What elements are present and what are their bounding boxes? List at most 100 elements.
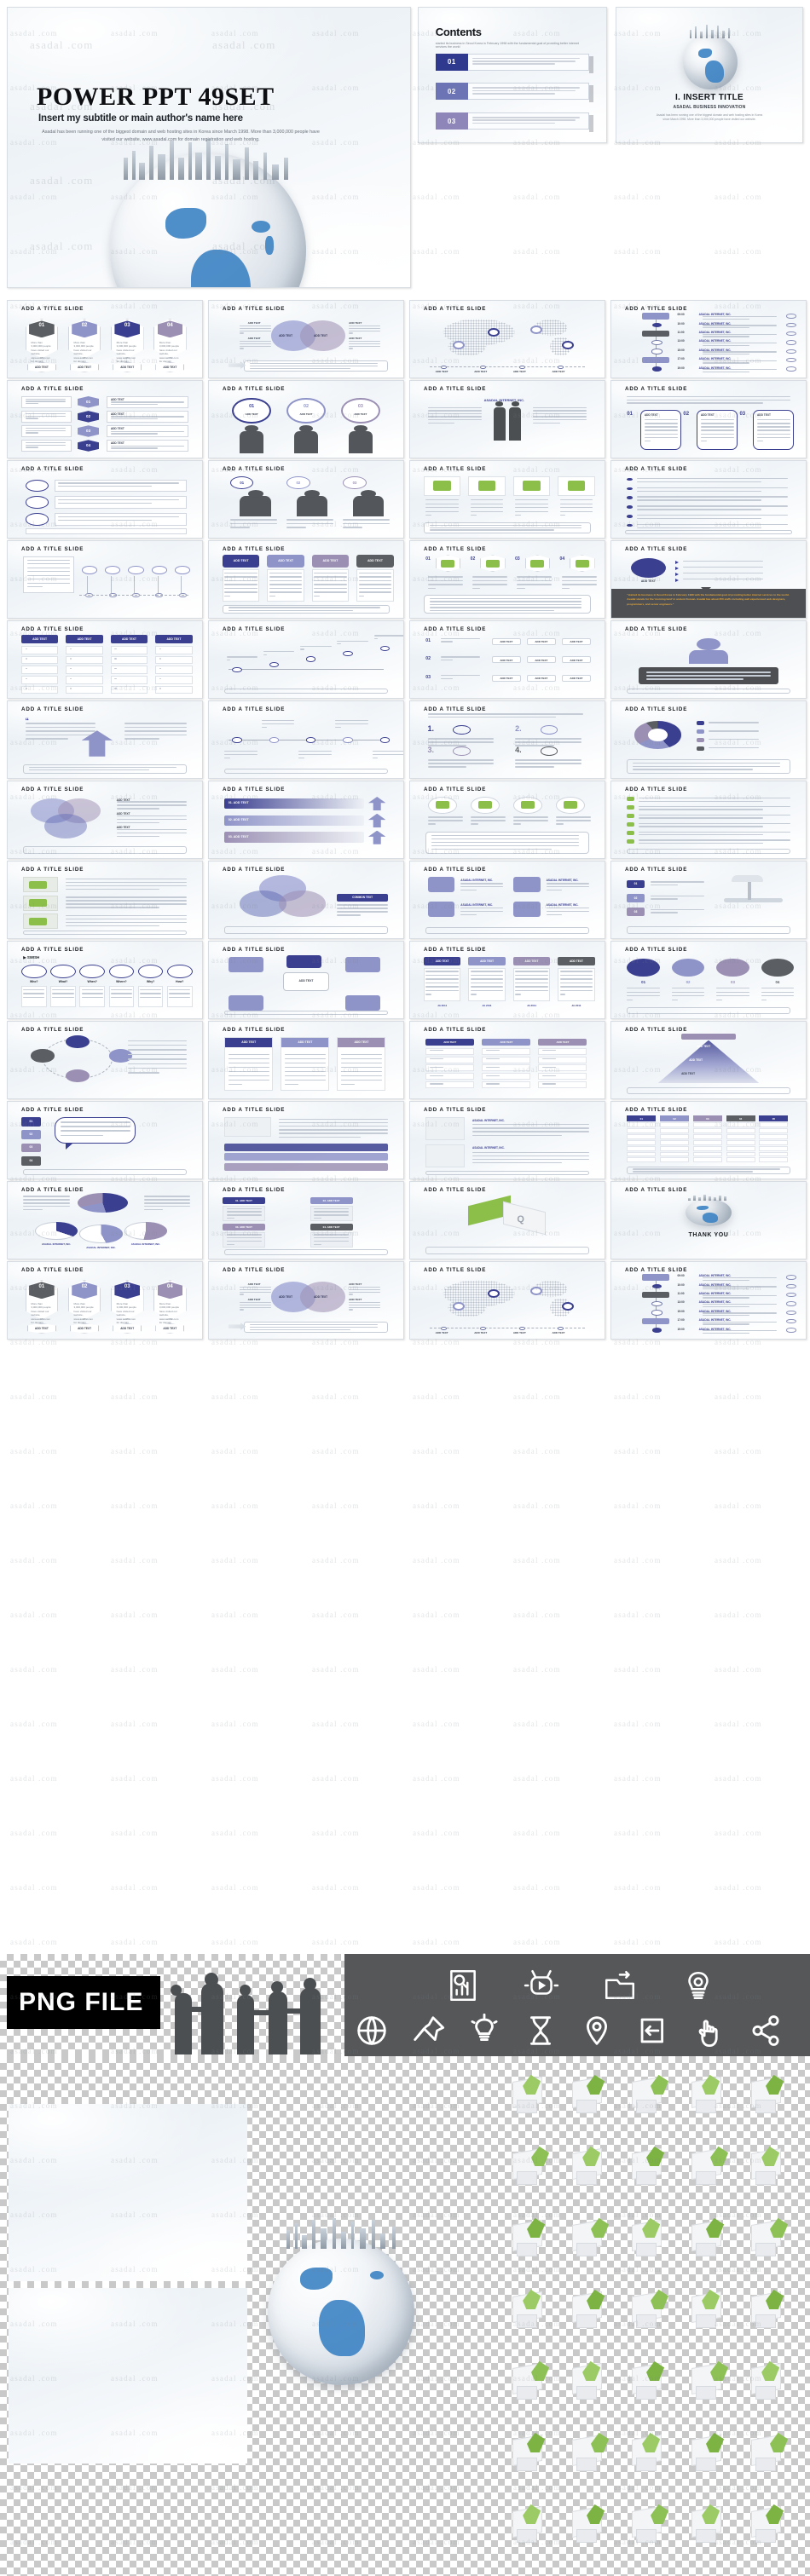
timeline-marker[interactable] xyxy=(642,1274,670,1281)
document-image[interactable] xyxy=(425,1117,465,1140)
illustration-thumbnail[interactable] xyxy=(624,2349,677,2412)
grid-slide[interactable]: ADD A TITLE SLIDE ADD TEXT ADD TEXT ADD TEX… xyxy=(409,1261,605,1340)
compare-cell[interactable] xyxy=(482,1081,531,1089)
cycle-node[interactable] xyxy=(108,1049,132,1063)
quarter-body[interactable] xyxy=(468,967,506,1002)
grid-slide[interactable]: ADD A TITLE SLIDE ADD TEXT ADD TEXT ADD TEX… xyxy=(208,1261,404,1340)
step-circle[interactable] xyxy=(81,565,97,574)
grid-slide[interactable]: ADD A TITLE SLIDE ADD TEXT ADD TEXT ADD TEX… xyxy=(409,300,605,378)
footer-bar[interactable] xyxy=(627,1007,790,1014)
matrix-cell[interactable] xyxy=(66,685,103,694)
speech-bubble[interactable] xyxy=(232,397,271,424)
grid-slide[interactable]: ADD A TITLE SLIDE xyxy=(7,540,203,619)
illustration-thumbnail[interactable] xyxy=(684,2492,737,2556)
illustration-thumbnail[interactable] xyxy=(564,2492,617,2556)
matrix-cell[interactable] xyxy=(20,666,59,675)
grid-slide[interactable]: ADD A TITLE SLIDE xyxy=(610,781,807,859)
panel[interactable] xyxy=(337,1037,386,1091)
footer-bar[interactable] xyxy=(425,927,589,935)
illustration-thumbnail[interactable] xyxy=(624,2063,677,2126)
grid-slide[interactable]: ADD A TITLE SLIDE 01 02 03 xyxy=(208,460,404,539)
grid-slide[interactable]: ADD A TITLE SLIDE ADD TEXT ADD TEXT ADD TEX… xyxy=(7,620,203,699)
grid-slide[interactable]: ADD A TITLE SLIDE xyxy=(208,700,404,779)
compare-cell[interactable] xyxy=(425,1056,475,1063)
round-icon[interactable] xyxy=(627,958,660,977)
illustration-thumbnail[interactable] xyxy=(684,2135,737,2198)
contents-row[interactable]: 03 xyxy=(435,112,594,133)
document-image[interactable] xyxy=(425,1144,465,1168)
illustration-thumbnail[interactable] xyxy=(684,2206,737,2269)
table-cell[interactable] xyxy=(759,1122,789,1128)
grid-slide[interactable]: ADD A TITLE SLIDE COMMON TEXT xyxy=(208,861,404,939)
timeline-marker[interactable] xyxy=(651,1300,663,1307)
matrix-cell[interactable] xyxy=(110,675,148,684)
table-cell[interactable] xyxy=(692,1145,722,1151)
illustration-thumbnail[interactable] xyxy=(564,2063,617,2126)
table-cell[interactable] xyxy=(759,1151,789,1157)
grid-slide[interactable]: ADD A TITLE SLIDE xyxy=(610,460,807,539)
grid-slide[interactable]: ADD A TITLE SLIDE ADD TEXT ADD TEXT ADD TEX… xyxy=(409,1021,605,1099)
pie-chart-main[interactable] xyxy=(78,1192,129,1213)
step-circle[interactable] xyxy=(128,565,144,574)
illustration-thumbnail[interactable] xyxy=(743,2063,796,2126)
map-marker[interactable] xyxy=(453,340,465,349)
footer-bar[interactable] xyxy=(627,849,790,855)
icon-circle[interactable] xyxy=(25,513,49,526)
step-circle[interactable] xyxy=(175,565,191,574)
footer-bar[interactable] xyxy=(224,689,388,694)
table-cell[interactable] xyxy=(726,1157,755,1163)
table-cell[interactable] xyxy=(759,1128,789,1134)
book-image[interactable] xyxy=(224,1117,271,1138)
footer-bar[interactable] xyxy=(23,1169,187,1176)
table-cell[interactable] xyxy=(759,1133,789,1139)
timeline-marker[interactable] xyxy=(651,322,662,328)
table-cell[interactable] xyxy=(692,1128,722,1134)
compare-cell[interactable] xyxy=(538,1073,587,1081)
illustration-thumbnail[interactable] xyxy=(564,2349,617,2412)
matrix-cell[interactable] xyxy=(110,666,148,675)
grid-slide[interactable]: ADD A TITLE SLIDE ▶ SWISH Who? What? When? Wh… xyxy=(7,941,203,1019)
table-cell[interactable] xyxy=(660,1128,690,1134)
question-circle[interactable] xyxy=(50,965,76,979)
compare-cell[interactable] xyxy=(425,1047,475,1055)
footer-bar[interactable] xyxy=(627,1087,790,1094)
matrix-cell[interactable] xyxy=(20,685,59,694)
grid-slide[interactable]: ADD A TITLE SLIDE xyxy=(7,1021,203,1099)
matrix-cell[interactable] xyxy=(20,655,59,665)
cycle-node[interactable] xyxy=(31,1049,55,1063)
top-node[interactable] xyxy=(286,955,322,968)
grid-slide[interactable]: ADD A TITLE SLIDE 01 More than 3,000,000 p… xyxy=(7,1261,203,1340)
node[interactable] xyxy=(232,737,242,743)
grid-slide[interactable]: ADD A TITLE SLIDE ADD TEXT "started its bu… xyxy=(610,540,807,619)
grid-slide[interactable]: ADD A TITLE SLIDE 01 02 03 04 05 xyxy=(610,1101,807,1179)
column-body[interactable] xyxy=(311,569,350,602)
illustration-thumbnail[interactable] xyxy=(743,2421,796,2484)
footer-bar[interactable] xyxy=(425,1171,589,1176)
grid-slide[interactable]: ADD A TITLE SLIDE ADD TEXT ADD TEXT ADD TEX… xyxy=(208,300,404,378)
matrix-cell[interactable] xyxy=(155,645,193,654)
illustration-thumbnail[interactable] xyxy=(505,2349,558,2412)
text-row-band[interactable] xyxy=(224,1153,388,1161)
compare-cell[interactable] xyxy=(538,1064,587,1072)
grid-slide[interactable]: ADD A TITLE SLIDE ADD TEXT JA 2011 ADD TEXT… xyxy=(409,941,605,1019)
illustration-thumbnail[interactable] xyxy=(684,2278,737,2341)
question-circle[interactable] xyxy=(166,965,193,979)
contents-row[interactable]: 04 xyxy=(436,142,589,143)
milestone-node[interactable] xyxy=(343,651,353,657)
illustration-thumbnail[interactable] xyxy=(624,2492,677,2556)
matrix-cell[interactable] xyxy=(155,666,193,675)
table-cell[interactable] xyxy=(692,1133,722,1139)
matrix-cell[interactable] xyxy=(66,645,103,654)
icon-tile[interactable] xyxy=(427,877,455,892)
table-cell[interactable] xyxy=(692,1151,722,1157)
grid-slide[interactable]: ADD A TITLE SLIDE 01 ADD TEXT 02 ADD TEXT 03 A… xyxy=(208,380,404,458)
compare-cell[interactable] xyxy=(538,1056,587,1063)
round-icon[interactable] xyxy=(761,958,795,977)
table-cell[interactable] xyxy=(726,1151,755,1157)
footer-bar[interactable] xyxy=(425,1246,589,1254)
timeline-node[interactable] xyxy=(480,1326,486,1331)
grid-slide[interactable]: ADD A TITLE SLIDE 1. 2. 3. 4. xyxy=(409,700,605,779)
illustration-thumbnail[interactable] xyxy=(684,2421,737,2484)
grid-slide[interactable]: ADD A TITLE SLIDE xyxy=(208,620,404,699)
compare-cell[interactable] xyxy=(538,1047,587,1055)
